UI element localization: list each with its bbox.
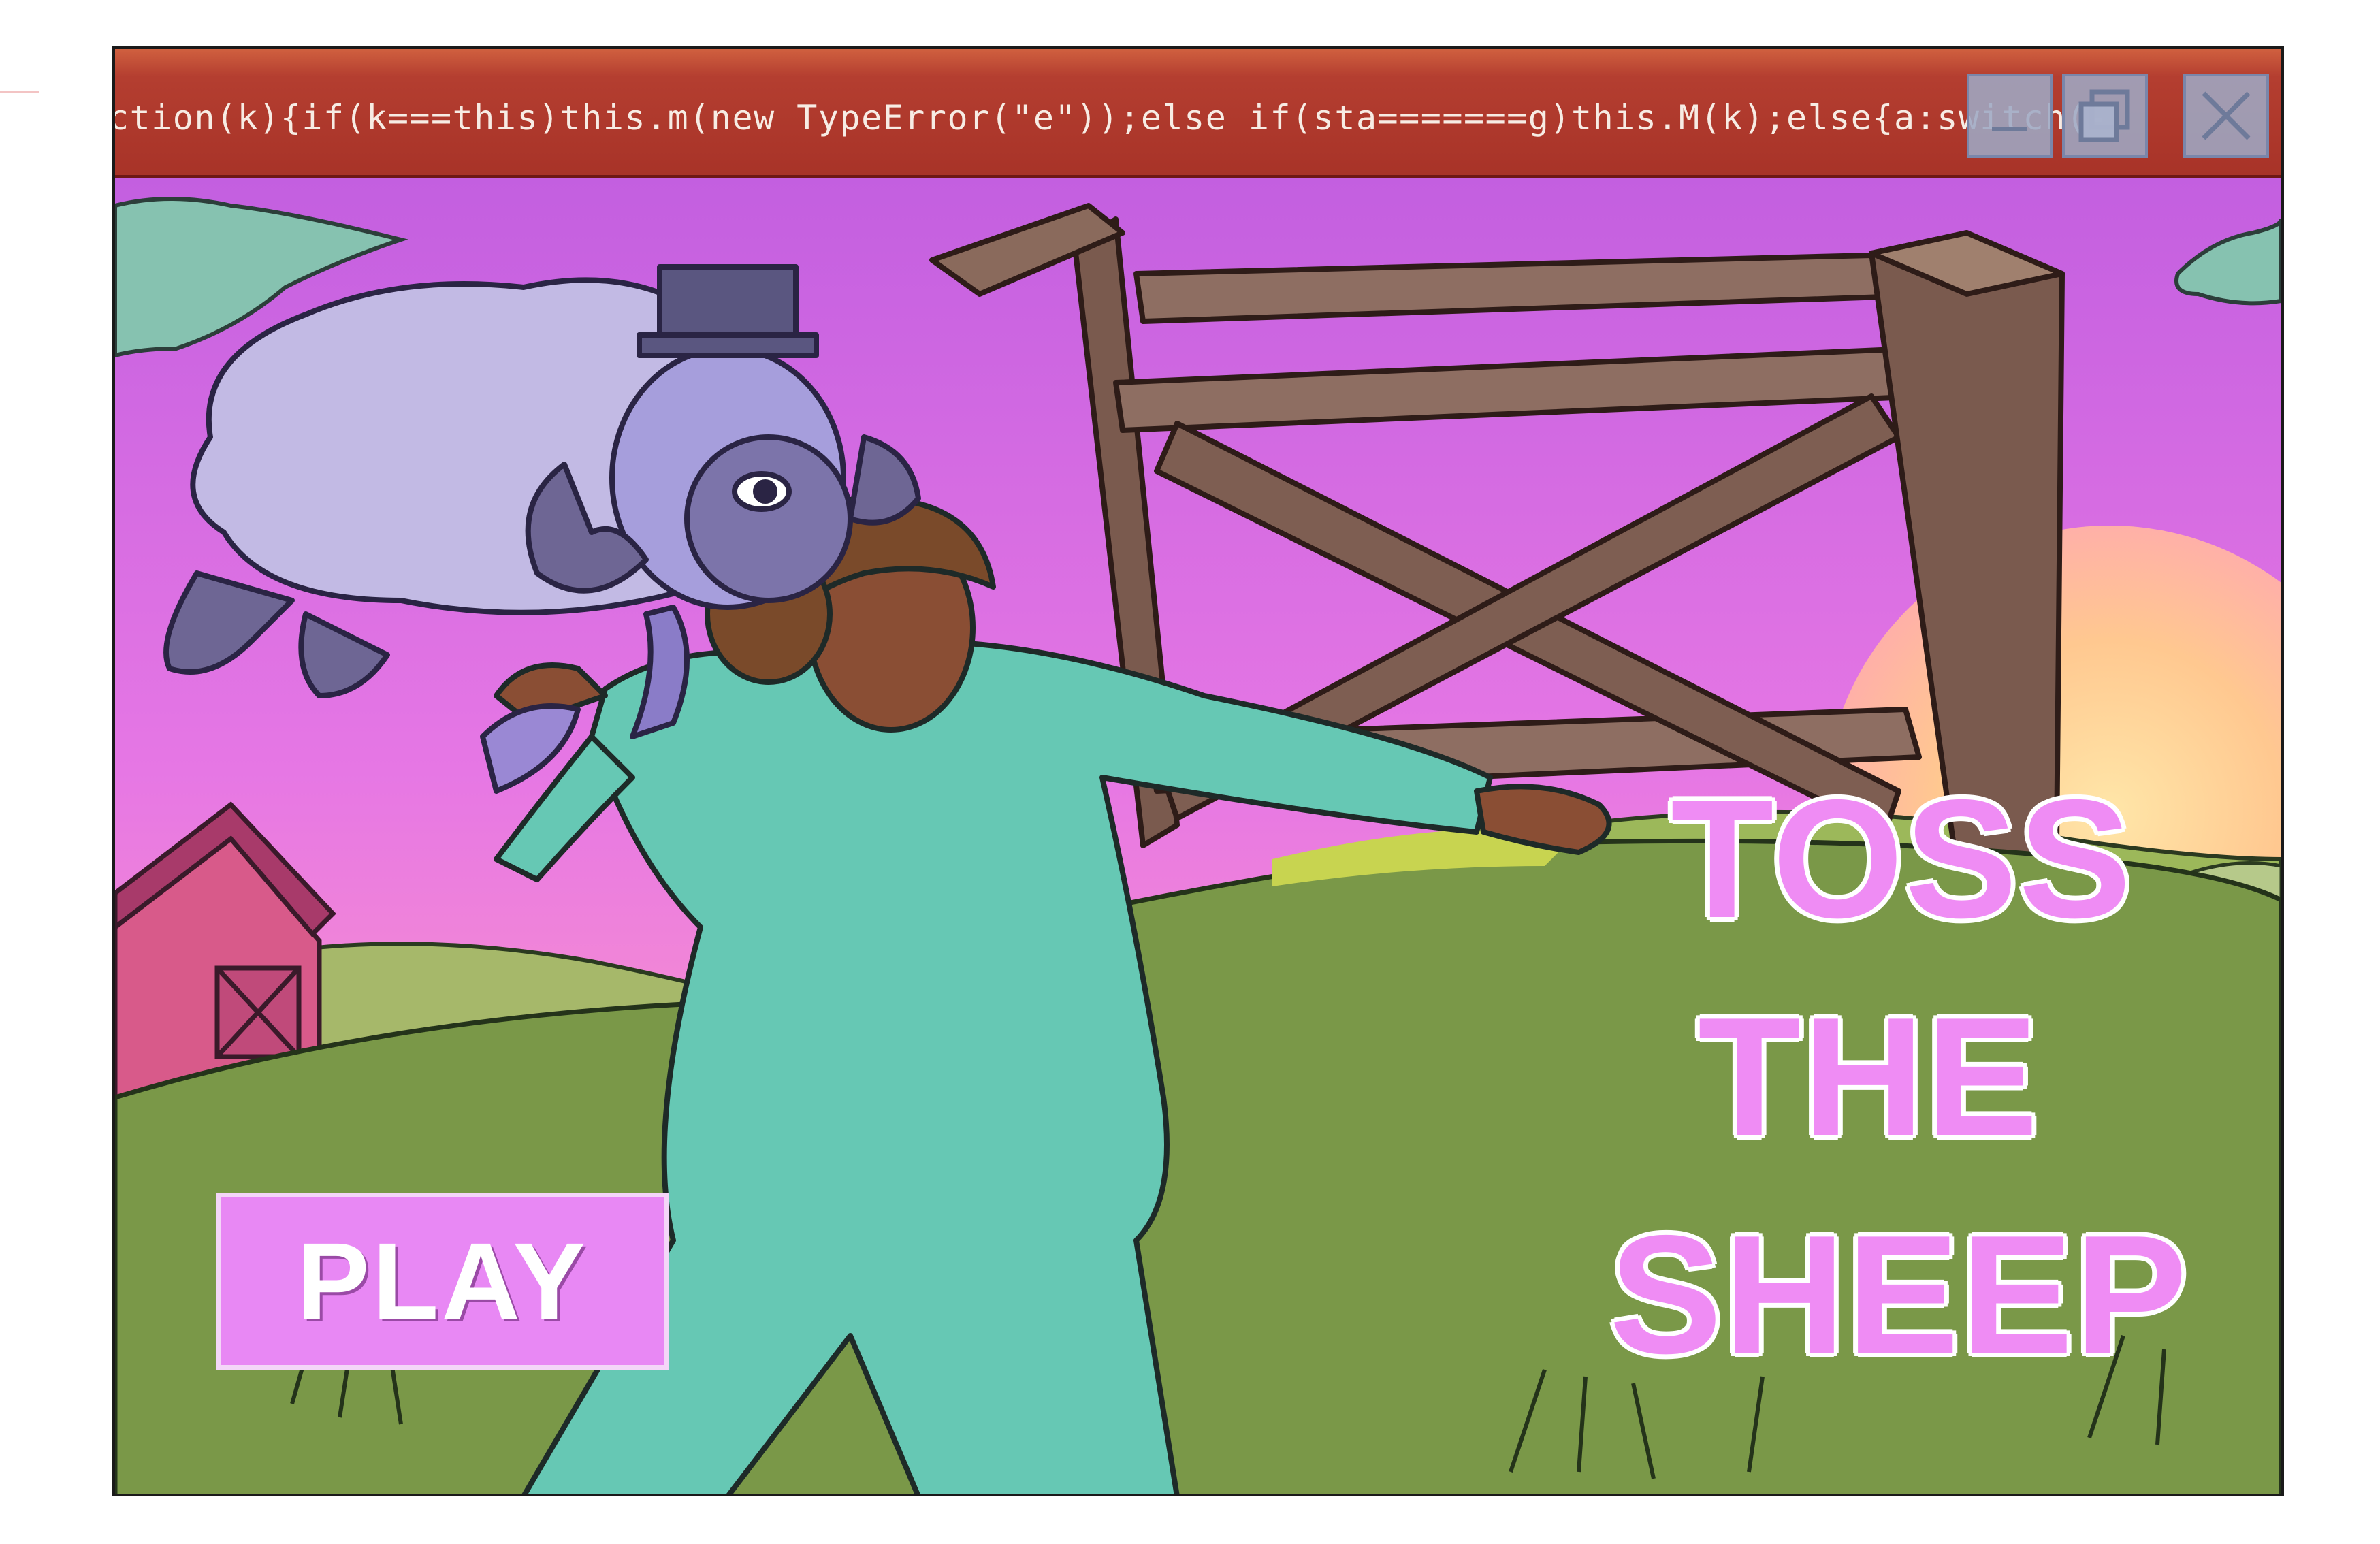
restore-icon bbox=[2078, 89, 2130, 142]
close-button[interactable] bbox=[2183, 74, 2269, 158]
play-button[interactable]: PLAY bbox=[216, 1193, 669, 1370]
minimize-button[interactable] bbox=[1967, 74, 2053, 158]
restore-button[interactable] bbox=[2062, 74, 2148, 158]
minimize-icon bbox=[1992, 127, 2027, 131]
game-title-line-3: SHEEP bbox=[1609, 1200, 2189, 1389]
game-window: ction(k){if(k===this)this.m(new TypeErro… bbox=[112, 46, 2284, 1496]
close-icon bbox=[2202, 91, 2251, 140]
window-titlebar[interactable]: ction(k){if(k===this)this.m(new TypeErro… bbox=[115, 49, 2281, 178]
game-title-line-2: THE bbox=[1698, 982, 2040, 1171]
background-window-edge bbox=[0, 91, 39, 93]
title-screen: TOSS THE SHEEP PLAY bbox=[115, 178, 2281, 1494]
window-title: ction(k){if(k===this)this.m(new TypeErro… bbox=[115, 98, 2110, 138]
game-title-line-1: TOSS bbox=[1671, 764, 2133, 953]
